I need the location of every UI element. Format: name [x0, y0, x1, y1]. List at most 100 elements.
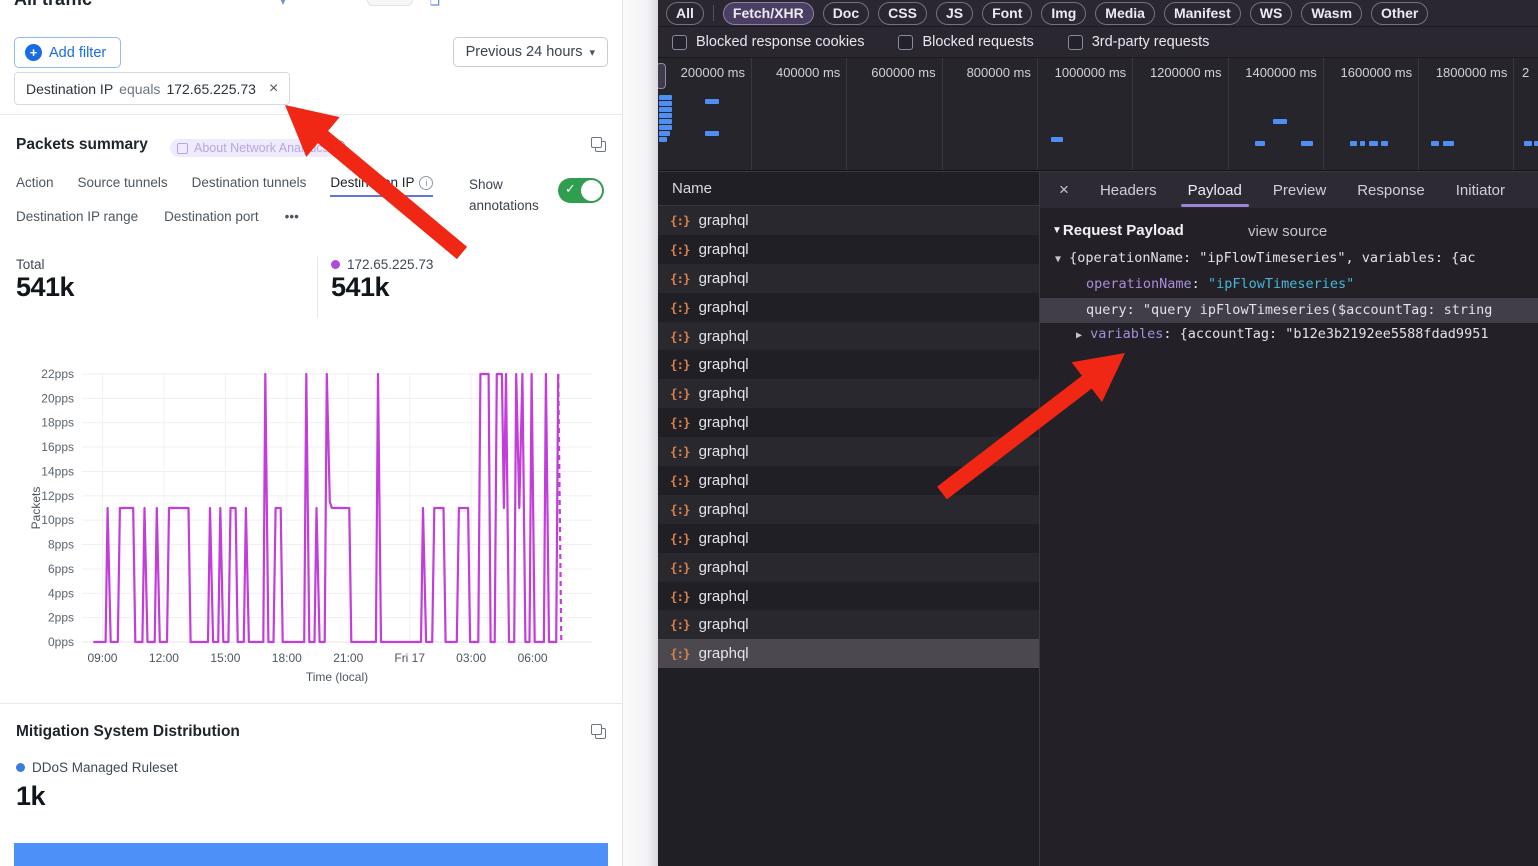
- tab-destination-ip-range[interactable]: Destination IP range: [16, 209, 138, 231]
- tab-source-tunnels[interactable]: Source tunnels: [78, 175, 168, 197]
- payload-row-operationName[interactable]: operationName: "ipFlowTimeseries": [1086, 276, 1538, 292]
- filter-pill-img[interactable]: Img: [1041, 2, 1086, 25]
- analytics-panel: All traffic ▾ ❏ + Add filter Previous 24…: [0, 0, 622, 866]
- timeline-handle[interactable]: [658, 63, 666, 89]
- request-row[interactable]: {:}graphql: [658, 408, 1039, 437]
- filter-pill-other[interactable]: Other: [1371, 2, 1428, 25]
- tab-destination-tunnels[interactable]: Destination tunnels: [192, 175, 307, 197]
- timeline-request-mark: [1381, 141, 1388, 146]
- request-row[interactable]: {:}graphql: [658, 610, 1039, 639]
- filter-pill-fetch-xhr[interactable]: Fetch/XHR: [723, 2, 814, 25]
- request-row[interactable]: {:}graphql: [658, 379, 1039, 408]
- json-fetch-icon: {:}: [670, 300, 690, 315]
- payload-preview-line[interactable]: ▼ {operationName: "ipFlowTimeseries", va…: [1055, 250, 1538, 266]
- checkbox-3rd-party-requests[interactable]: 3rd-party requests: [1068, 34, 1210, 50]
- clock-icon: ◷: [333, 136, 346, 154]
- filter-pill-doc[interactable]: Doc: [823, 2, 869, 25]
- tab-action[interactable]: Action: [16, 175, 54, 197]
- timeline-label: 200000 ms: [681, 65, 745, 80]
- request-row[interactable]: {:}graphql: [658, 235, 1039, 264]
- timeline-request-mark: [1431, 141, 1439, 146]
- request-row[interactable]: {:}graphql: [658, 322, 1039, 351]
- svg-text:0pps: 0pps: [48, 635, 74, 649]
- tab-destination-port[interactable]: Destination port: [164, 209, 259, 231]
- request-name: graphql: [699, 270, 749, 287]
- tab-destination-ip[interactable]: Destination IPi: [330, 175, 433, 197]
- request-name: graphql: [699, 299, 749, 316]
- svg-text:14pps: 14pps: [41, 464, 74, 478]
- request-row[interactable]: {:}graphql: [658, 264, 1039, 293]
- request-row[interactable]: {:}graphql: [658, 206, 1039, 235]
- filter-pill-font[interactable]: Font: [982, 2, 1032, 25]
- page-title: All traffic: [14, 0, 92, 10]
- json-fetch-icon: {:}: [670, 617, 690, 632]
- timeline-label: 2: [1522, 65, 1529, 80]
- name-column-header[interactable]: Name: [658, 172, 1039, 206]
- svg-text:Packets: Packets: [29, 487, 43, 530]
- tab-headers[interactable]: Headers: [1100, 172, 1157, 208]
- svg-text:20pps: 20pps: [41, 391, 74, 405]
- json-fetch-icon: {:}: [670, 473, 690, 488]
- checkbox-blocked-requests[interactable]: Blocked requests: [898, 34, 1033, 50]
- network-overview-timeline[interactable]: 200000 ms400000 ms600000 ms800000 ms1000…: [658, 58, 1538, 171]
- filter-pill-manifest[interactable]: Manifest: [1164, 2, 1241, 25]
- packets-summary-title: Packets summary: [16, 136, 148, 154]
- payload-row-query[interactable]: query: "query ipFlowTimeseries($accountT…: [1086, 302, 1538, 318]
- request-name: graphql: [699, 414, 749, 431]
- filter-pill-all[interactable]: All: [666, 2, 704, 25]
- copy-icon[interactable]: [591, 724, 606, 739]
- request-row[interactable]: {:}graphql: [658, 553, 1039, 582]
- filter-pill-css[interactable]: CSS: [878, 2, 927, 25]
- timeline-request-mark: [1255, 141, 1265, 146]
- add-filter-button[interactable]: + Add filter: [14, 37, 121, 68]
- caret-down-icon: ▾: [589, 46, 595, 59]
- request-row[interactable]: {:}graphql: [658, 639, 1039, 668]
- svg-text:18:00: 18:00: [272, 651, 302, 665]
- filter-chip[interactable]: Destination IP equals 172.65.225.73 ×: [14, 72, 290, 105]
- request-row[interactable]: {:} graphql: [658, 293, 1039, 322]
- tab-payload[interactable]: Payload: [1188, 172, 1242, 208]
- request-row[interactable]: {:}graphql: [658, 582, 1039, 611]
- tab-response[interactable]: Response: [1357, 172, 1425, 208]
- annotations-toggle[interactable]: ✓: [558, 178, 604, 203]
- json-fetch-icon: {:}: [670, 531, 690, 546]
- close-icon[interactable]: ×: [269, 80, 278, 98]
- tab-initiator[interactable]: Initiator: [1456, 172, 1505, 208]
- request-row[interactable]: {:}graphql: [658, 524, 1039, 553]
- timeline-gridline: [942, 58, 943, 170]
- request-row[interactable]: {:}graphql: [658, 495, 1039, 524]
- request-row[interactable]: {:}graphql: [658, 350, 1039, 379]
- timeline-gridline: [1418, 58, 1419, 170]
- timeline-request-mark: [1051, 137, 1063, 142]
- request-name: graphql: [699, 212, 749, 229]
- mitigation-bar[interactable]: [14, 843, 608, 866]
- request-row[interactable]: {:}graphql: [658, 466, 1039, 495]
- dimension-tabs-row1: Action Source tunnels Destination tunnels D…: [16, 175, 433, 197]
- legend-dot: [16, 763, 25, 772]
- svg-text:06:00: 06:00: [518, 651, 548, 665]
- svg-text:2pps: 2pps: [48, 611, 74, 625]
- toggle-knob: [581, 180, 602, 201]
- payload-row-variables[interactable]: ▶ variables: {accountTag: "b12e3b2192ee5…: [1076, 326, 1538, 342]
- checkbox-icon: [1068, 35, 1083, 50]
- copy-icon[interactable]: [591, 137, 606, 152]
- checkbox-blocked-response-cookies[interactable]: Blocked response cookies: [672, 34, 864, 50]
- filter-pill-wasm[interactable]: Wasm: [1301, 2, 1362, 25]
- filter-pill-ws[interactable]: WS: [1250, 2, 1293, 25]
- request-row[interactable]: {:}graphql: [658, 437, 1039, 466]
- close-details-icon[interactable]: ×: [1059, 180, 1069, 200]
- request-name: graphql: [699, 501, 749, 518]
- filter-pill-media[interactable]: Media: [1095, 2, 1155, 25]
- stat-total-value: 541k: [16, 272, 74, 303]
- overflow-menu-icon[interactable]: •••: [285, 209, 299, 231]
- request-payload-section[interactable]: ▼Request Payload: [1052, 222, 1184, 239]
- show-annotations-label: Show annotations: [469, 175, 553, 217]
- filter-checkbox-bar: Blocked response cookies Blocked requests…: [658, 27, 1538, 58]
- time-range-dropdown[interactable]: Previous 24 hours ▾: [453, 37, 608, 67]
- filter-pill-js[interactable]: JS: [936, 2, 973, 25]
- view-source-link[interactable]: view source: [1248, 223, 1327, 240]
- mitigation-legend: DDoS Managed Ruleset: [16, 760, 178, 775]
- about-network-analytics-badge[interactable]: About Network Analytics: [170, 139, 340, 157]
- packets-line-chart[interactable]: 0pps2pps4pps6pps8pps10pps12pps14pps16pps…: [26, 358, 610, 688]
- tab-preview[interactable]: Preview: [1273, 172, 1326, 208]
